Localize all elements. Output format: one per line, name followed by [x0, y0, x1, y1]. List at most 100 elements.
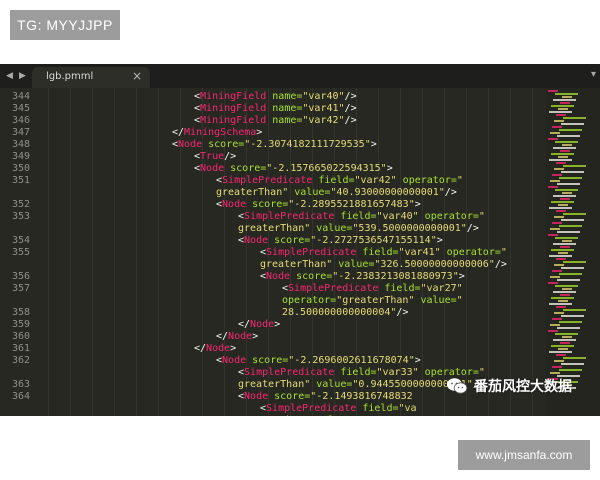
code-line[interactable]: <MiningField name="var41"/>	[194, 103, 357, 115]
code-token: field=	[356, 403, 399, 414]
code-token: score=	[268, 235, 311, 246]
line-number: 360	[11, 331, 30, 342]
code-line[interactable]: </MiningSchema>	[172, 127, 262, 139]
code-line[interactable]: <True/>	[194, 151, 236, 163]
minimap-line	[559, 177, 582, 179]
minimap-line	[561, 267, 584, 269]
code-token: "-2.2727536547155114"	[310, 235, 437, 246]
minimap-line	[553, 339, 576, 341]
code-line[interactable]: <Node score="-2.3074182111729535">	[172, 139, 377, 151]
code-token: SimplePredicate	[222, 175, 313, 186]
code-token: />	[396, 307, 409, 318]
code-area[interactable]: <MiningField name="var40"/> <MiningField …	[48, 88, 544, 416]
code-token: "va	[398, 403, 417, 414]
code-line[interactable]: <SimplePredicate field="var40" operator=…	[238, 211, 485, 223]
code-token: >	[274, 319, 281, 330]
minimap-line	[555, 333, 578, 335]
code-token: SimplePredicate	[266, 247, 357, 258]
code-line[interactable]: <Node score="-2.2727536547155114">	[238, 235, 443, 247]
code-token: "-2.1493816748832	[310, 391, 413, 402]
code-line[interactable]: <Node score="-2.157665022594315">	[194, 163, 393, 175]
code-line[interactable]: </Node>	[194, 343, 236, 355]
minimap-line	[552, 222, 562, 224]
code-line[interactable]: <SimplePredicate field="var41" operator=…	[260, 247, 507, 259]
minimap-line	[559, 369, 582, 371]
code-line[interactable]: <Node score="-2.2696002611678074">	[216, 355, 421, 367]
code-line[interactable]: greaterThan" value="539.5000000000001"/>	[238, 223, 479, 235]
code-token: greaterThan"	[238, 379, 311, 390]
minimap-line	[560, 246, 570, 248]
minimap-line	[563, 309, 586, 311]
line-number: 365	[0, 415, 30, 416]
code-line[interactable]: <MiningField name="var42"/>	[194, 115, 357, 127]
code-line[interactable]: operator="greaterThan" value="	[282, 295, 463, 307]
tab-forward-arrow-icon[interactable]: ▶	[19, 71, 26, 81]
code-token: />	[344, 103, 357, 114]
minimap-line	[550, 276, 560, 278]
code-token: score=	[268, 391, 311, 402]
line-number: 352	[11, 199, 30, 210]
tab-close-icon[interactable]: ×	[132, 69, 142, 83]
minimap[interactable]	[546, 88, 600, 416]
code-line[interactable]: <SimplePredicate field="va	[260, 403, 417, 415]
minimap-line	[562, 144, 572, 146]
minimap-line	[548, 186, 558, 188]
code-token: "	[478, 211, 485, 222]
code-line[interactable]: </Node>	[216, 331, 258, 343]
code-line[interactable]: greaterThan" value="326.50000000000006"/…	[260, 259, 507, 271]
code-line[interactable]: <SimplePredicate field="var42" operator=…	[216, 175, 463, 187]
code-line[interactable]: <Node score="-2.1493816748832	[238, 391, 413, 403]
minimap-line	[550, 228, 560, 230]
minimap-line	[556, 210, 566, 212]
line-number: 357	[11, 283, 30, 294]
minimap-line	[550, 324, 560, 326]
minimap-line	[562, 96, 572, 98]
code-token: greaterThan"	[260, 259, 333, 270]
minimap-line	[549, 255, 572, 257]
code-line[interactable]: <Node score="-2.2895521881657483">	[216, 199, 421, 211]
code-token: field=	[378, 283, 421, 294]
code-token: "	[500, 247, 507, 258]
tab-navigation: ◀ ▶	[3, 68, 29, 84]
code-line[interactable]: </Node>	[238, 319, 280, 331]
minimap-line	[563, 261, 586, 263]
tab-list-dropdown-icon[interactable]: ▾	[591, 69, 596, 80]
minimap-line	[551, 345, 574, 347]
source-url-label: www.jmsanfa.com	[458, 440, 590, 470]
code-line[interactable]: <SimplePredicate field="var27"	[282, 283, 463, 295]
minimap-line	[557, 327, 580, 329]
tab-back-arrow-icon[interactable]: ◀	[6, 71, 13, 81]
code-token: </	[238, 319, 251, 330]
code-line[interactable]: greaterThan" value="25.500000000000004"/…	[238, 415, 485, 416]
minimap-line	[548, 330, 558, 332]
minimap-line	[553, 99, 576, 101]
code-token: MiningField	[200, 103, 267, 114]
code-token: "40.93000000000001"	[330, 187, 445, 198]
code-token: SimplePredicate	[288, 283, 379, 294]
code-line[interactable]: greaterThan" value="40.93000000000001"/>	[216, 187, 457, 199]
code-token: greaterThan"	[216, 187, 289, 198]
code-token: >	[436, 235, 443, 246]
code-token: Node	[266, 271, 291, 282]
minimap-line	[562, 240, 572, 242]
minimap-line	[561, 123, 584, 125]
code-token: >	[252, 331, 259, 342]
minimap-line	[554, 264, 564, 266]
code-editor[interactable]: ◀ ▶ lgb.pmml × ▾ 344 345 346 347 348 349 350 35…	[0, 64, 600, 416]
code-token: value=	[310, 379, 353, 390]
code-token: Node	[222, 355, 247, 366]
minimap-line	[563, 117, 586, 119]
code-line[interactable]: 28.500000000000004"/>	[282, 307, 408, 319]
code-token: />	[466, 223, 479, 234]
minimap-line	[555, 93, 578, 95]
minimap-line	[549, 207, 572, 209]
code-token: </	[194, 343, 207, 354]
code-line[interactable]: <Node score="-2.2383213081880973">	[260, 271, 465, 283]
minimap-line	[561, 171, 584, 173]
line-number: 356	[11, 271, 30, 282]
minimap-line	[561, 363, 584, 365]
code-line[interactable]: <MiningField name="var40"/>	[194, 91, 357, 103]
tab-lgb-pmml[interactable]: lgb.pmml ×	[32, 67, 150, 88]
minimap-line	[554, 168, 564, 170]
minimap-line	[552, 270, 562, 272]
